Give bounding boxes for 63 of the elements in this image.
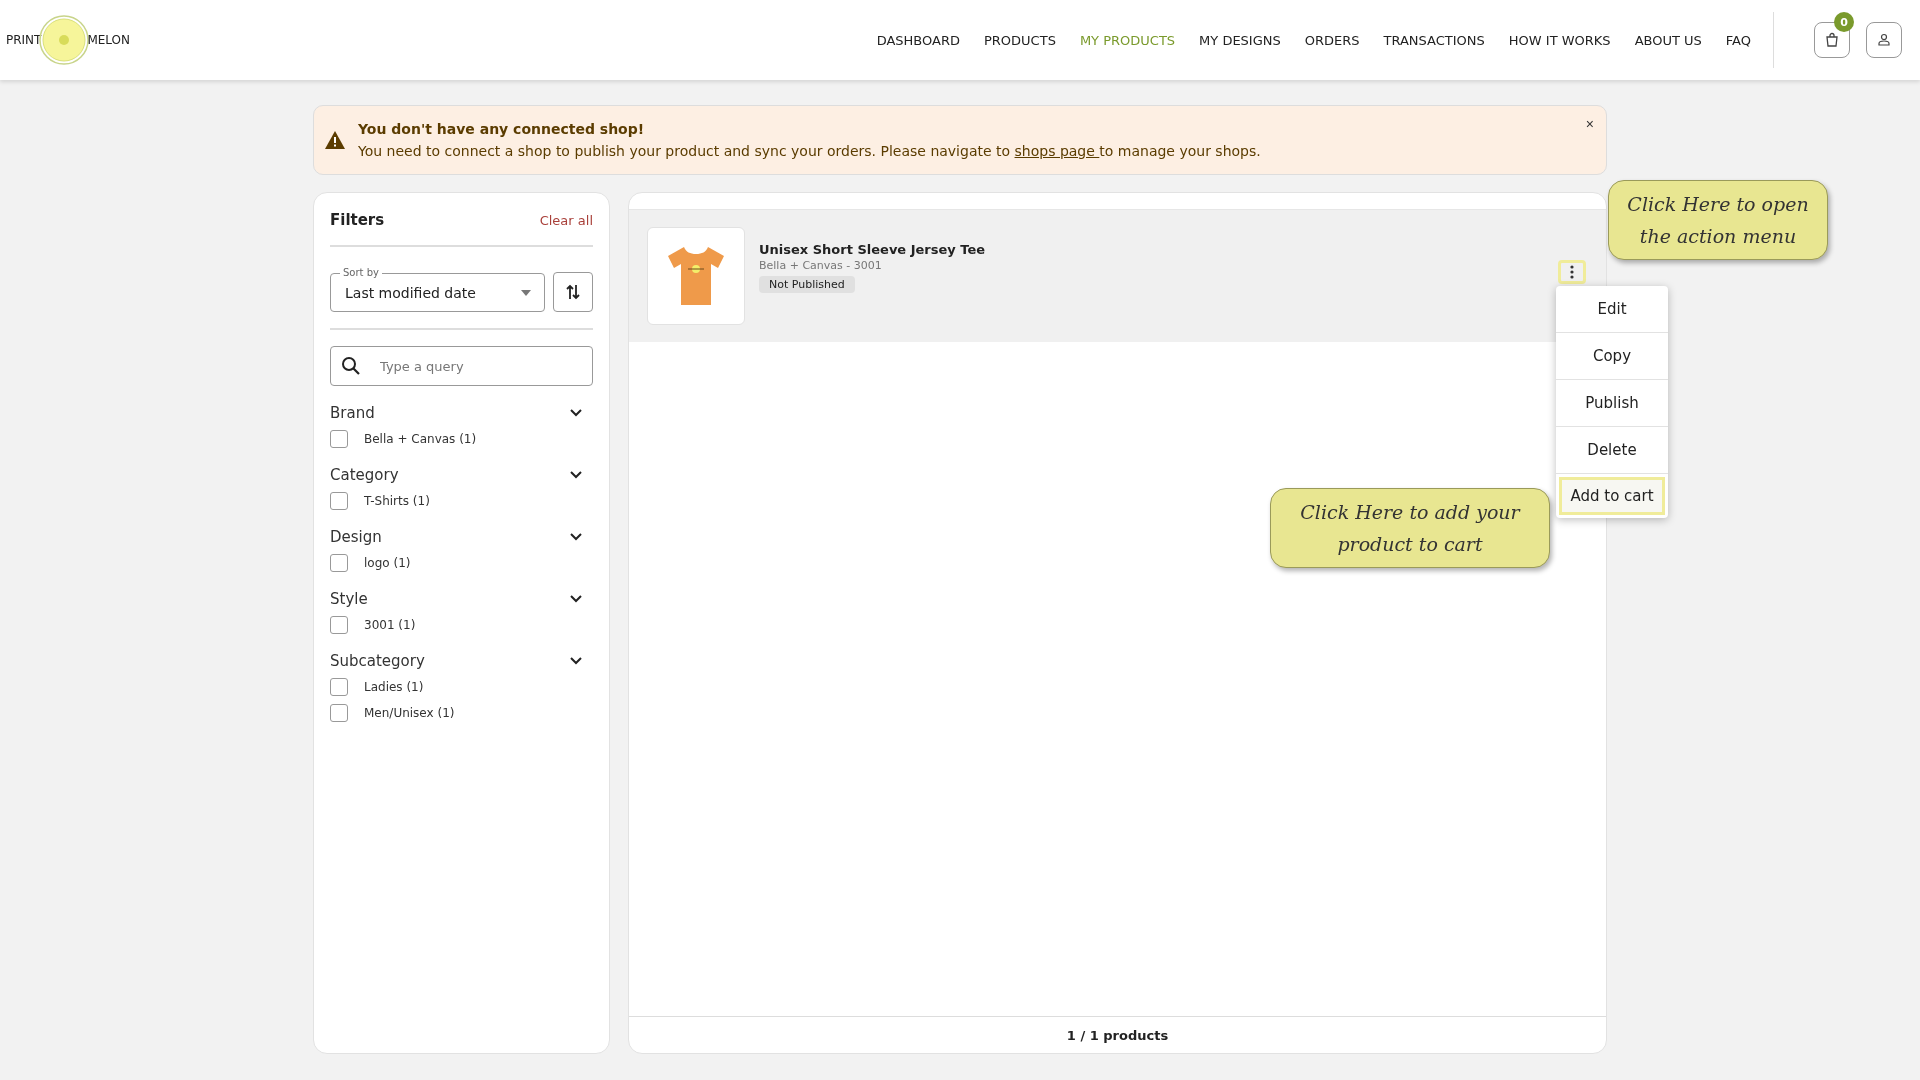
- filter-group-title: Brand: [330, 404, 375, 422]
- filter-option-label: T-Shirts (1): [364, 494, 430, 508]
- nav-link[interactable]: HOW IT WORKS: [1496, 32, 1623, 48]
- filter-group-title: Design: [330, 528, 382, 546]
- nav-link[interactable]: DASHBOARD: [864, 32, 972, 48]
- filter-group-title: Category: [330, 466, 399, 484]
- menu-item[interactable]: Copy: [1556, 333, 1668, 380]
- chevron-icon[interactable]: [569, 470, 583, 480]
- vertical-dots-icon: [1570, 265, 1574, 279]
- checkbox[interactable]: [330, 554, 348, 572]
- checkbox[interactable]: [330, 704, 348, 722]
- menu-item[interactable]: Edit: [1556, 286, 1668, 333]
- cart-count-badge: 0: [1834, 12, 1854, 32]
- alert-message: You need to connect a shop to publish your product and sync your orders. Please navigate to shops page to manage your shops.: [358, 143, 1262, 159]
- logo-text[interactable]: PRINT: [6, 33, 42, 47]
- tooltip-callout: Click Here to add your product to cart: [1270, 488, 1550, 568]
- menu-item[interactable]: Add to cart: [1559, 477, 1665, 515]
- nav-link[interactable]: PRODUCTS: [972, 32, 1068, 48]
- search-field[interactable]: Type a query: [330, 346, 593, 386]
- filters-title: Filters: [330, 211, 385, 229]
- menu-item[interactable]: Delete: [1556, 427, 1668, 474]
- nav-link[interactable]: TRANSACTIONS: [1371, 32, 1497, 48]
- chevron-icon[interactable]: [569, 532, 583, 542]
- checkbox[interactable]: [330, 616, 348, 634]
- checkbox[interactable]: [330, 678, 348, 696]
- clear-all-link[interactable]: Clear all: [539, 212, 593, 228]
- filter-option-label: Bella + Canvas (1): [364, 432, 477, 446]
- chevron-icon[interactable]: [569, 656, 583, 666]
- nav-link[interactable]: FAQ: [1713, 32, 1763, 48]
- filter-option-label: logo (1): [364, 556, 411, 570]
- filter-group-title: Style: [330, 590, 368, 608]
- t-shirt-drawing: [666, 245, 726, 307]
- checkbox[interactable]: [330, 492, 348, 510]
- nav-link[interactable]: MY DESIGNS: [1187, 32, 1293, 48]
- sort-direction-button[interactable]: [553, 272, 593, 312]
- filter-option-label: Men/Unisex (1): [364, 706, 455, 720]
- shops-page-link[interactable]: shops page: [1014, 143, 1100, 159]
- nav-link[interactable]: ORDERS: [1292, 32, 1372, 48]
- sort-arrows-icon: [565, 283, 581, 301]
- menu-item[interactable]: Publish: [1556, 380, 1668, 427]
- product-brand-style: Bella + Canvas - 3001: [759, 258, 882, 272]
- filter-group-title: Subcategory: [330, 652, 425, 670]
- dropdown-caret-icon: [521, 289, 531, 296]
- user-icon: [1876, 32, 1892, 48]
- sort-by-dropdown[interactable]: Sort by Last modified date: [330, 265, 545, 312]
- nav-link[interactable]: ABOUT US: [1622, 32, 1714, 48]
- status-badge: Not Published: [759, 275, 855, 293]
- checkbox[interactable]: [330, 430, 348, 448]
- filter-option-label: 3001 (1): [364, 618, 416, 632]
- logo-text[interactable]: MELON: [87, 33, 131, 47]
- warning-icon: [324, 130, 346, 150]
- account-button[interactable]: [1866, 22, 1902, 58]
- search-icon: [341, 356, 361, 376]
- filter-option-label: Ladies (1): [364, 680, 424, 694]
- shopping-bag-icon: [1824, 32, 1840, 48]
- close-button[interactable]: ×: [1585, 116, 1594, 132]
- alert-title: You don't have any connected shop!: [358, 121, 646, 137]
- tooltip-callout: Click Here to open the action menu: [1608, 180, 1828, 260]
- chevron-icon[interactable]: [569, 408, 583, 418]
- chevron-icon[interactable]: [569, 594, 583, 604]
- more-options-button[interactable]: [1558, 260, 1586, 284]
- product-count: 1 / 1 products: [629, 1016, 1606, 1053]
- product-name: Unisex Short Sleeve Jersey Tee: [759, 241, 986, 257]
